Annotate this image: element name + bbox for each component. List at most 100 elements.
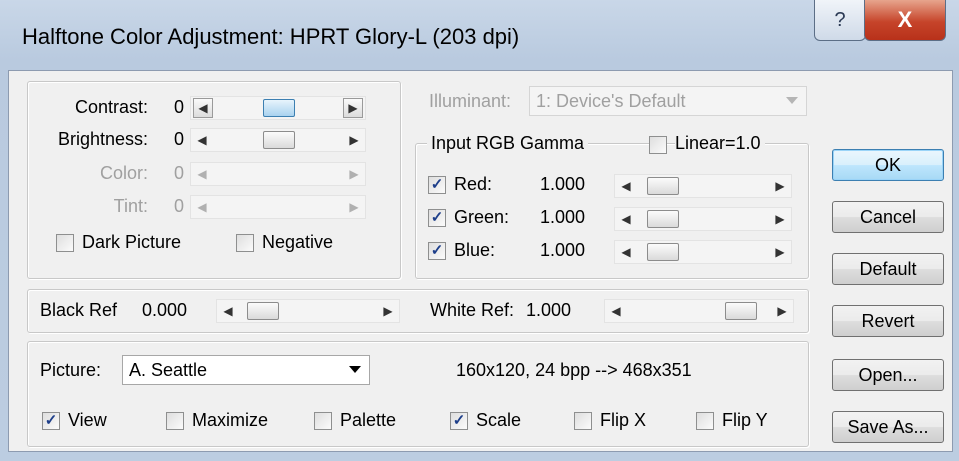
linear-label[interactable]: Linear=1.0 [675, 133, 765, 154]
arrow-left-icon[interactable]: ◀ [615, 208, 637, 230]
contrast-slider[interactable]: ◀ ▶ [190, 96, 366, 120]
cancel-button[interactable]: Cancel [832, 201, 944, 233]
blue-label[interactable]: Blue: [454, 240, 495, 261]
tint-value: 0 [174, 196, 185, 216]
picture-value: A. Seattle [129, 360, 208, 380]
arrow-right-icon[interactable]: ▶ [771, 300, 793, 322]
brightness-label: Brightness: [57, 129, 148, 149]
maximize-label[interactable]: Maximize [192, 410, 268, 431]
brightness-slider-thumb[interactable] [263, 131, 295, 149]
illuminant-label: Illuminant: [429, 91, 512, 111]
blue-checkbox[interactable]: ✓ [428, 242, 446, 260]
white-ref-label: White Ref: [430, 300, 515, 320]
brightness-slider[interactable]: ◀ ▶ [190, 128, 366, 152]
arrow-right-icon: ▶ [349, 200, 359, 214]
arrow-left-icon[interactable]: ◀ [193, 98, 213, 118]
white-ref-slider-thumb[interactable] [725, 302, 757, 320]
red-label[interactable]: Red: [454, 174, 492, 195]
view-label[interactable]: View [68, 410, 107, 431]
tint-slider: ◀ ▶ [190, 195, 366, 219]
gamma-group-title: Input RGB Gamma [427, 133, 589, 154]
green-slider-thumb[interactable] [647, 210, 679, 228]
dark-picture-checkbox[interactable] [56, 234, 74, 252]
white-ref-slider[interactable]: ◀ ▶ [604, 299, 794, 323]
flip-x-label[interactable]: Flip X [600, 410, 646, 431]
black-ref-slider-thumb[interactable] [247, 302, 279, 320]
maximize-checkbox[interactable] [166, 412, 184, 430]
red-slider-thumb[interactable] [647, 177, 679, 195]
arrow-right-icon: ▶ [349, 167, 359, 181]
picture-group: Picture: A. Seattle 160x120, 24 bpp --> … [27, 341, 809, 447]
close-icon: X [897, 7, 913, 32]
green-label[interactable]: Green: [454, 207, 509, 228]
tint-label: Tint: [113, 196, 148, 216]
negative-label[interactable]: Negative [262, 232, 333, 253]
scale-label[interactable]: Scale [476, 410, 521, 431]
adjust-group: Contrast: 0 ◀ ▶ Brightness: 0 ◀ ▶ Color:… [27, 81, 401, 279]
dialog-client: Contrast: 0 ◀ ▶ Brightness: 0 ◀ ▶ Color:… [8, 70, 953, 452]
ref-group: Black Ref 0.000 ◀ ▶ White Ref: 1.000 ◀ ▶ [27, 289, 809, 333]
arrow-right-icon[interactable]: ▶ [769, 241, 791, 263]
chevron-down-icon [786, 97, 798, 104]
help-icon: ? [834, 8, 846, 31]
green-gamma-slider[interactable]: ◀ ▶ [614, 207, 792, 231]
contrast-label: Contrast: [74, 97, 148, 117]
flip-y-label[interactable]: Flip Y [722, 410, 768, 431]
help-button[interactable]: ? [814, 0, 866, 41]
palette-checkbox[interactable] [314, 412, 332, 430]
dark-picture-label[interactable]: Dark Picture [82, 232, 181, 253]
red-gamma-slider[interactable]: ◀ ▶ [614, 174, 792, 198]
ok-button[interactable]: OK [832, 149, 944, 181]
picture-info: 160x120, 24 bpp --> 468x351 [456, 360, 692, 380]
arrow-left-icon[interactable]: ◀ [615, 241, 637, 263]
save-as-button[interactable]: Save As... [832, 411, 944, 443]
arrow-right-icon[interactable]: ▶ [343, 129, 365, 151]
close-button[interactable]: X [864, 0, 946, 41]
chevron-down-icon[interactable] [349, 366, 361, 373]
flip-x-checkbox[interactable] [574, 412, 592, 430]
color-value: 0 [174, 163, 185, 183]
red-checkbox[interactable]: ✓ [428, 176, 446, 194]
arrow-left-icon[interactable]: ◀ [605, 300, 627, 322]
arrow-right-icon[interactable]: ▶ [377, 300, 399, 322]
arrow-right-icon[interactable]: ▶ [343, 98, 363, 118]
window-title: Halftone Color Adjustment: HPRT Glory-L … [22, 24, 520, 49]
black-ref-slider[interactable]: ◀ ▶ [216, 299, 400, 323]
title-bar[interactable]: Halftone Color Adjustment: HPRT Glory-L … [0, 0, 959, 72]
contrast-value: 0 [174, 97, 185, 117]
black-ref-label: Black Ref [40, 300, 118, 320]
blue-gamma-slider[interactable]: ◀ ▶ [614, 240, 792, 264]
revert-button[interactable]: Revert [832, 305, 944, 337]
arrow-right-icon[interactable]: ▶ [769, 208, 791, 230]
blue-slider-thumb[interactable] [647, 243, 679, 261]
arrow-left-icon[interactable]: ◀ [191, 129, 213, 151]
picture-label: Picture: [40, 360, 102, 380]
brightness-value: 0 [174, 129, 185, 149]
green-checkbox[interactable]: ✓ [428, 209, 446, 227]
illuminant-value: 1: Device's Default [536, 91, 686, 111]
green-value: 1.000 [540, 207, 586, 227]
arrow-left-icon: ◀ [197, 167, 207, 181]
red-value: 1.000 [540, 174, 586, 194]
arrow-left-icon: ◀ [197, 200, 207, 214]
white-ref-value: 1.000 [526, 300, 572, 320]
palette-label[interactable]: Palette [340, 410, 396, 431]
arrow-left-icon[interactable]: ◀ [615, 175, 637, 197]
open-button[interactable]: Open... [832, 359, 944, 391]
scale-checkbox[interactable]: ✓ [450, 412, 468, 430]
picture-select[interactable]: A. Seattle [122, 355, 370, 385]
linear-checkbox[interactable] [649, 136, 667, 154]
color-slider: ◀ ▶ [190, 162, 366, 186]
default-button[interactable]: Default [832, 253, 944, 285]
negative-checkbox[interactable] [236, 234, 254, 252]
contrast-slider-thumb[interactable] [263, 99, 295, 117]
dialog-window: Halftone Color Adjustment: HPRT Glory-L … [0, 0, 959, 461]
arrow-right-icon[interactable]: ▶ [769, 175, 791, 197]
arrow-left-icon[interactable]: ◀ [217, 300, 239, 322]
color-label: Color: [99, 163, 148, 183]
illuminant-select: 1: Device's Default [529, 86, 807, 116]
black-ref-value: 0.000 [142, 300, 188, 320]
view-checkbox[interactable]: ✓ [42, 412, 60, 430]
blue-value: 1.000 [540, 240, 586, 260]
flip-y-checkbox[interactable] [696, 412, 714, 430]
